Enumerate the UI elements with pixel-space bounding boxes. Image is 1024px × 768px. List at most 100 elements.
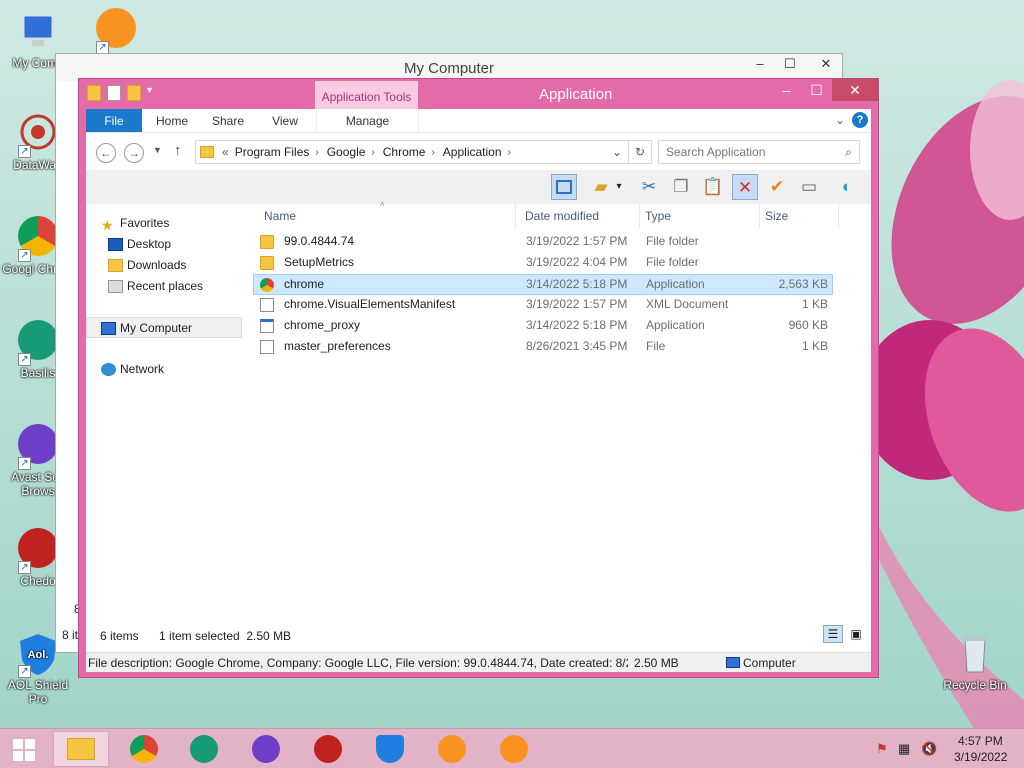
close-button[interactable]: ✕: [832, 79, 878, 101]
desktop-icon-recycle-bin[interactable]: Recycle Bin: [937, 632, 1013, 692]
tab-file[interactable]: File: [86, 109, 142, 132]
taskbar-basilisk[interactable]: [178, 731, 230, 767]
up-button[interactable]: ↑: [174, 142, 182, 159]
chevron-right-icon[interactable]: ›: [431, 147, 434, 158]
file-date: 8/26/2021 3:45 PM: [526, 339, 628, 353]
taskbar-avast[interactable]: [240, 731, 292, 767]
nav-downloads[interactable]: Downloads: [86, 255, 242, 276]
file-row[interactable]: SetupMetrics 3/19/2022 4:04 PM File fold…: [254, 253, 832, 274]
file-row-selected[interactable]: chrome 3/14/2022 5:18 PM Application 2,5…: [253, 274, 833, 295]
taskbar-aol-shield[interactable]: [364, 731, 416, 767]
minimize-button[interactable]: –: [746, 54, 774, 74]
column-divider[interactable]: [838, 204, 839, 228]
help-icon[interactable]: ?: [852, 112, 868, 128]
copy-icon[interactable]: ❐: [668, 174, 694, 200]
delete-icon[interactable]: ✕: [732, 174, 758, 200]
rename-icon[interactable]: ✔: [764, 174, 790, 200]
address-row: ← → ▼ ↑ « Program Files › Google › Chrom…: [86, 132, 871, 170]
tab-manage[interactable]: Manage: [316, 109, 419, 132]
search-icon[interactable]: ⌕: [845, 141, 852, 163]
volume-muted-icon[interactable]: 🔇: [921, 741, 937, 757]
tab-share[interactable]: Share: [206, 109, 250, 132]
move-to-icon[interactable]: ▰: [588, 174, 614, 200]
properties-icon[interactable]: ▭: [796, 174, 822, 200]
chevron-down-icon[interactable]: ▾: [147, 85, 157, 101]
network-icon[interactable]: ▦: [898, 741, 910, 757]
tab-view[interactable]: View: [263, 109, 307, 132]
breadcrumb-program-files[interactable]: Program Files: [235, 145, 310, 159]
taskbar-ccleaner-2[interactable]: [488, 731, 540, 767]
cut-icon[interactable]: ✂: [636, 174, 662, 200]
nav-desktop[interactable]: Desktop: [86, 234, 242, 255]
taskbar-ccleaner[interactable]: [426, 731, 478, 767]
breadcrumb-application[interactable]: Application: [443, 145, 502, 159]
column-divider[interactable]: [759, 204, 760, 228]
selection-size: 2.50 MB: [634, 656, 679, 670]
file-explorer-icon: [67, 738, 95, 760]
close-button[interactable]: ✕: [808, 54, 844, 74]
minimize-button[interactable]: –: [772, 79, 801, 101]
chevron-right-icon[interactable]: ›: [315, 147, 318, 158]
basilisk-icon: [190, 735, 218, 763]
column-header-type[interactable]: Type: [645, 204, 671, 228]
large-icons-view-button[interactable]: ▣: [846, 625, 866, 643]
column-header-size[interactable]: Size: [765, 204, 788, 228]
file-row[interactable]: master_preferences 8/26/2021 3:45 PM Fil…: [254, 337, 832, 358]
taskbar-chrome[interactable]: [118, 731, 170, 767]
window-titlebar[interactable]: ▾ Application Tools Application – ☐ ✕: [79, 79, 878, 109]
shell-icon[interactable]: ◐: [834, 174, 860, 200]
nav-network[interactable]: Network: [86, 359, 242, 380]
forward-button[interactable]: →: [124, 143, 144, 163]
refresh-button[interactable]: ↻: [628, 140, 652, 164]
chevron-down-icon[interactable]: ⌄: [835, 113, 845, 127]
folder-icon[interactable]: [87, 85, 101, 101]
chedot-icon: ↗: [16, 528, 60, 574]
background-status-fragment: 8 it: [62, 628, 79, 642]
downloads-icon: [108, 259, 123, 272]
file-type: File folder: [646, 234, 699, 248]
properties-icon[interactable]: [107, 85, 121, 101]
search-input[interactable]: Search Application ⌕: [658, 140, 860, 164]
status-bar: 6 items 1 item selected 2.50 MB ☰ ▣: [86, 616, 871, 652]
file-row[interactable]: 99.0.4844.74 3/19/2022 1:57 PM File fold…: [254, 232, 832, 253]
column-divider[interactable]: [639, 204, 640, 228]
start-button[interactable]: [0, 731, 48, 767]
chevron-right-icon[interactable]: ›: [508, 147, 511, 158]
breadcrumb-chrome[interactable]: Chrome: [383, 145, 426, 159]
back-button[interactable]: ←: [96, 143, 116, 163]
aol-shield-icon: Aol. ↗: [16, 632, 60, 678]
nav-my-computer[interactable]: My Computer: [86, 317, 242, 338]
column-header-date-modified[interactable]: Date modified: [525, 204, 599, 228]
taskbar-chedot[interactable]: [302, 731, 354, 767]
paste-icon[interactable]: 📋: [700, 174, 726, 200]
column-header-name[interactable]: Name: [264, 204, 296, 228]
clock-time[interactable]: 4:57 PM: [958, 734, 1003, 748]
file-row[interactable]: chrome.VisualElementsManifest 3/19/2022 …: [254, 295, 832, 316]
flag-icon[interactable]: ⚑: [876, 741, 888, 757]
nav-favorites[interactable]: ★ Favorites: [86, 213, 242, 234]
address-overflow[interactable]: «: [222, 145, 229, 159]
sort-indicator-icon: ˄: [380, 200, 385, 209]
desktop-icon-ccleaner[interactable]: ↗: [78, 8, 154, 54]
chevron-down-icon[interactable]: ⌄: [612, 145, 622, 159]
new-folder-icon[interactable]: [127, 85, 141, 101]
column-divider[interactable]: [515, 204, 516, 228]
address-bar[interactable]: « Program Files › Google › Chrome › Appl…: [195, 140, 629, 164]
maximize-button[interactable]: ☐: [776, 54, 804, 74]
clock-date[interactable]: 3/19/2022: [954, 750, 1007, 764]
maximize-button[interactable]: ☐: [802, 79, 831, 101]
details-view-button[interactable]: ☰: [823, 625, 843, 643]
chevron-down-icon[interactable]: ▾: [612, 174, 626, 200]
explorer-window[interactable]: ▾ Application Tools Application – ☐ ✕ Fi…: [78, 78, 879, 678]
breadcrumb-google[interactable]: Google: [327, 145, 366, 159]
taskbar-file-explorer[interactable]: [53, 731, 109, 767]
recent-locations-icon[interactable]: ▼: [153, 145, 162, 155]
file-name: chrome_proxy: [284, 318, 361, 332]
preview-pane-icon[interactable]: [551, 174, 577, 200]
file-row[interactable]: chrome_proxy 3/14/2022 5:18 PM Applicati…: [254, 316, 832, 337]
tab-home[interactable]: Home: [150, 109, 194, 132]
nav-recent-places[interactable]: Recent places: [86, 276, 242, 297]
datawag-icon: ↗: [16, 112, 60, 158]
chevron-right-icon[interactable]: ›: [371, 147, 374, 158]
file-list: ˄ Name Date modified Type Size 99.0.4844…: [244, 200, 871, 616]
